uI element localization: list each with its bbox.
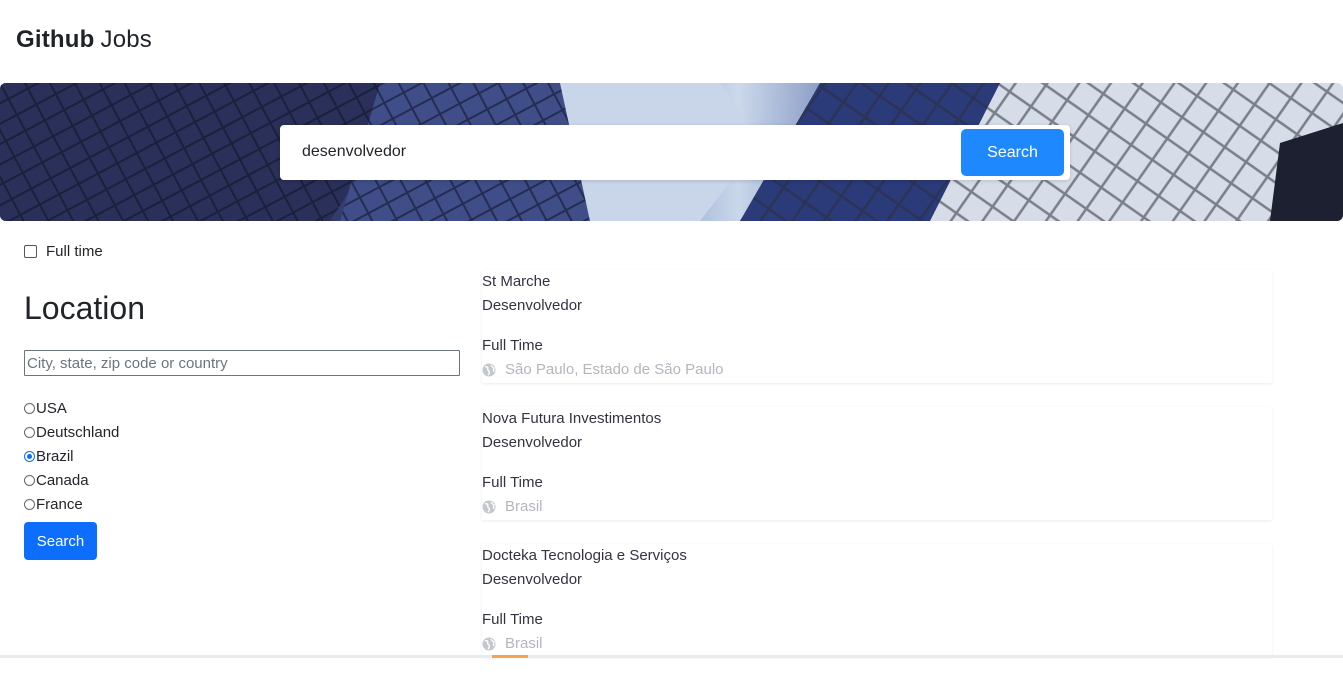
- location-heading: Location: [24, 290, 145, 326]
- job-title[interactable]: Desenvolvedor: [482, 297, 582, 314]
- location-option-canada[interactable]: Canada: [24, 468, 119, 492]
- location-option-france[interactable]: France: [24, 492, 119, 516]
- hero-search-button[interactable]: Search: [961, 129, 1064, 176]
- location-option-deutschland[interactable]: Deutschland: [24, 420, 119, 444]
- app-logo[interactable]: Github Jobs: [16, 26, 152, 54]
- radio-canada[interactable]: [24, 474, 35, 486]
- job-type: Full Time: [482, 337, 543, 354]
- job-list: St Marche Desenvolvedor Full Time São Pa…: [482, 270, 1272, 681]
- globe-icon: [482, 637, 496, 650]
- job-search-input[interactable]: [292, 135, 952, 169]
- location-search-button[interactable]: Search: [24, 522, 97, 560]
- job-type: Full Time: [482, 474, 543, 491]
- full-time-label: Full time: [46, 243, 103, 260]
- job-type: Full Time: [482, 611, 543, 628]
- radio-deutschland[interactable]: [24, 426, 35, 438]
- logo-jobs: Jobs: [100, 26, 153, 53]
- job-location-text: São Paulo, Estado de São Paulo: [505, 361, 724, 378]
- radio-usa[interactable]: [24, 402, 35, 414]
- job-location-text: Brasil: [505, 635, 543, 652]
- job-location: Brasil: [482, 635, 543, 652]
- job-company: St Marche: [482, 273, 551, 290]
- job-search-bar: Search: [280, 125, 1070, 180]
- location-radio-group: USA Deutschland Brazil Canada France: [24, 396, 119, 516]
- option-label: Deutschland: [36, 423, 120, 441]
- radio-france[interactable]: [24, 498, 35, 510]
- globe-icon: [482, 363, 496, 376]
- location-option-usa[interactable]: USA: [24, 396, 119, 420]
- option-label: Canada: [36, 471, 89, 489]
- job-title[interactable]: Desenvolvedor: [482, 571, 582, 588]
- job-company: Nova Futura Investimentos: [482, 410, 662, 427]
- globe-icon: [482, 500, 496, 513]
- logo-github: Github: [16, 26, 95, 53]
- job-location: Brasil: [482, 498, 543, 515]
- radio-brazil[interactable]: [24, 450, 35, 462]
- option-label: France: [36, 495, 83, 513]
- job-card[interactable]: Nova Futura Investimentos Desenvolvedor …: [482, 407, 1272, 520]
- job-location: São Paulo, Estado de São Paulo: [482, 361, 724, 378]
- job-title[interactable]: Desenvolvedor: [482, 434, 582, 451]
- option-label: Brazil: [36, 447, 74, 465]
- job-company: Docteka Tecnologia e Serviços: [482, 547, 687, 564]
- full-time-filter[interactable]: Full time: [24, 243, 103, 260]
- location-input[interactable]: [24, 350, 460, 376]
- full-time-checkbox[interactable]: [24, 245, 37, 258]
- job-card[interactable]: Docteka Tecnologia e Serviços Desenvolve…: [482, 544, 1272, 657]
- job-location-text: Brasil: [505, 498, 543, 515]
- location-option-brazil[interactable]: Brazil: [24, 444, 119, 468]
- option-label: USA: [36, 399, 67, 417]
- job-card[interactable]: St Marche Desenvolvedor Full Time São Pa…: [482, 270, 1272, 383]
